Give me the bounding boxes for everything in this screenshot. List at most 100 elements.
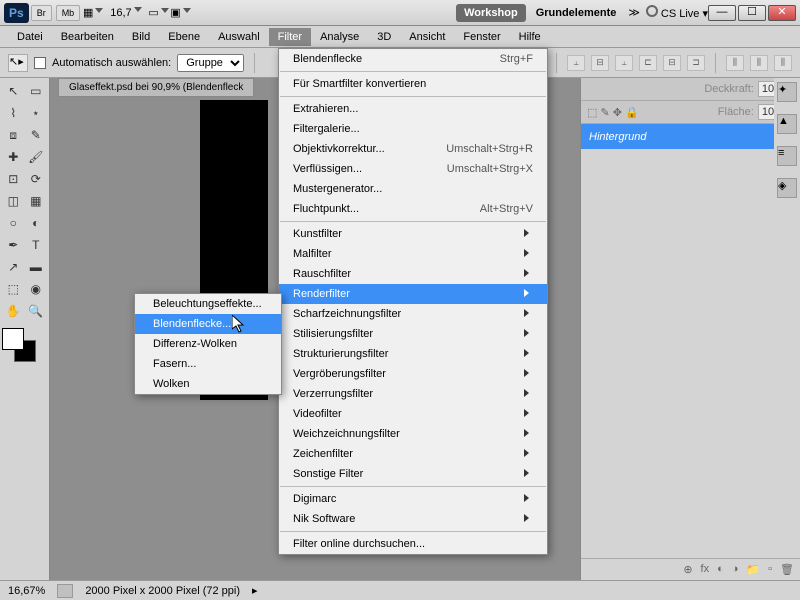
color-swatch[interactable] (2, 328, 38, 364)
filter-item[interactable]: Fluchtpunkt...Alt+Strg+V (279, 199, 547, 219)
close-button[interactable]: ✕ (768, 5, 796, 21)
filter-item[interactable]: Für Smartfilter konvertieren (279, 74, 547, 94)
brush-tool[interactable]: 🖌 (26, 147, 47, 167)
filter-item[interactable]: Verflüssigen...Umschalt+Strg+X (279, 159, 547, 179)
extras-icon[interactable]: ▦ (85, 5, 101, 21)
menu-datei[interactable]: Datei (8, 28, 52, 46)
filter-item[interactable]: Mustergenerator... (279, 179, 547, 199)
menu-3d[interactable]: 3D (368, 28, 400, 46)
heal-tool[interactable]: ✚ (3, 147, 24, 167)
wand-tool[interactable]: ⋆ (26, 103, 47, 123)
submenu-item[interactable]: Differenz-Wolken (135, 334, 281, 354)
menu-bild[interactable]: Bild (123, 28, 159, 46)
zoom-field[interactable]: 16,7 (110, 7, 141, 19)
layer-row[interactable]: Hintergrund 🔒 (581, 124, 800, 149)
filter-item[interactable]: Videofilter (279, 404, 547, 424)
filter-item[interactable]: Extrahieren... (279, 99, 547, 119)
filter-item[interactable]: Filter online durchsuchen... (279, 534, 547, 554)
menu-ebene[interactable]: Ebene (159, 28, 209, 46)
crop-tool[interactable]: ⧈ (3, 125, 24, 145)
dodge-tool[interactable]: ◐ (26, 213, 47, 233)
eyedropper-tool[interactable]: ✎ (26, 125, 47, 145)
zoom-tool[interactable]: 🔍 (26, 301, 47, 321)
fx-icon[interactable]: fx (701, 563, 710, 576)
submenu-item[interactable]: Fasern... (135, 354, 281, 374)
folder-icon[interactable]: 📁 (746, 563, 760, 576)
new-icon[interactable]: ▫ (768, 563, 772, 576)
maximize-button[interactable]: ☐ (738, 5, 766, 21)
eraser-tool[interactable]: ◫ (3, 191, 24, 211)
hand-tool[interactable]: ✋ (3, 301, 24, 321)
adjust-icon[interactable]: ◑ (732, 563, 739, 576)
move-tool[interactable]: ↖ (3, 81, 24, 101)
auto-select-checkbox[interactable] (34, 57, 46, 69)
filter-item[interactable]: Kunstfilter (279, 224, 547, 244)
stamp-tool[interactable]: ⊡ (3, 169, 24, 189)
minimize-button[interactable]: — (708, 5, 736, 21)
panel-icon[interactable]: ◈ (777, 178, 797, 198)
menu-bearbeiten[interactable]: Bearbeiten (52, 28, 123, 46)
cslive-button[interactable]: CS Live ▾ (646, 5, 708, 20)
filter-item[interactable]: Stilisierungsfilter (279, 324, 547, 344)
status-arrow[interactable]: ▸ (252, 584, 258, 597)
align-hcenter-icon[interactable]: ⊟ (663, 55, 681, 71)
align-top-icon[interactable]: ⫠ (567, 55, 585, 71)
workspace-workshop[interactable]: Workshop (456, 4, 526, 22)
distribute-icon[interactable]: ⫼ (750, 55, 768, 71)
history-tool[interactable]: ⟳ (26, 169, 47, 189)
submenu-item[interactable]: Blendenflecke... (135, 314, 281, 334)
minibridge-button[interactable]: Mb (56, 5, 81, 21)
workspace-more[interactable]: ≫ (628, 6, 640, 19)
distribute-icon[interactable]: ⫼ (774, 55, 792, 71)
menu-analyse[interactable]: Analyse (311, 28, 368, 46)
3d-tool[interactable]: ⬚ (3, 279, 24, 299)
camera-tool[interactable]: ◉ (26, 279, 47, 299)
menu-ansicht[interactable]: Ansicht (400, 28, 454, 46)
filter-item[interactable]: Renderfilter (279, 284, 547, 304)
filter-item[interactable]: Nik Software (279, 509, 547, 529)
pen-tool[interactable]: ✒ (3, 235, 24, 255)
filter-item[interactable]: BlendenfleckeStrg+F (279, 49, 547, 69)
align-bottom-icon[interactable]: ⫠ (615, 55, 633, 71)
filter-item[interactable]: Rauschfilter (279, 264, 547, 284)
document-tab[interactable]: Glaseffekt.psd bei 90,9% (Blendenfleck (58, 78, 254, 97)
bridge-button[interactable]: Br (31, 5, 52, 21)
filter-item[interactable]: Scharfzeichnungsfilter (279, 304, 547, 324)
filter-item[interactable]: Sonstige Filter (279, 464, 547, 484)
type-tool[interactable]: T (26, 235, 47, 255)
move-tool-indicator[interactable]: ↖▸ (8, 54, 28, 72)
filter-item[interactable]: Zeichenfilter (279, 444, 547, 464)
lasso-tool[interactable]: ⌇ (3, 103, 24, 123)
distribute-icon[interactable]: ⫼ (726, 55, 744, 71)
status-zoom[interactable]: 16,67% (8, 585, 45, 597)
align-vcenter-icon[interactable]: ⊟ (591, 55, 609, 71)
panel-icon[interactable]: ✦ (777, 82, 797, 102)
path-tool[interactable]: ↗ (3, 257, 24, 277)
mask-icon[interactable]: ◐ (717, 563, 724, 576)
shape-tool[interactable]: ▬ (26, 257, 47, 277)
submenu-item[interactable]: Beleuchtungseffekte... (135, 294, 281, 314)
align-right-icon[interactable]: ⊐ (687, 55, 705, 71)
panel-icon[interactable]: ≡ (777, 146, 797, 166)
screenmode-icon[interactable]: ▣ (173, 5, 189, 21)
menu-auswahl[interactable]: Auswahl (209, 28, 269, 46)
viewmode-icon[interactable]: ▭ (151, 5, 167, 21)
filter-item[interactable]: Filtergalerie... (279, 119, 547, 139)
blur-tool[interactable]: ○ (3, 213, 24, 233)
lock-icons[interactable]: ⬚ ✎ ✥ 🔒 (587, 106, 639, 119)
filter-item[interactable]: Vergröberungsfilter (279, 364, 547, 384)
workspace-grundelemente[interactable]: Grundelemente (536, 7, 617, 19)
status-icon[interactable] (57, 584, 73, 598)
filter-item[interactable]: Strukturierungsfilter (279, 344, 547, 364)
trash-icon[interactable]: 🗑 (780, 563, 794, 576)
menu-fenster[interactable]: Fenster (454, 28, 509, 46)
link-icon[interactable]: ⊕ (683, 563, 692, 576)
submenu-item[interactable]: Wolken (135, 374, 281, 394)
menu-hilfe[interactable]: Hilfe (510, 28, 550, 46)
menu-filter[interactable]: Filter (269, 28, 311, 46)
filter-item[interactable]: Digimarc (279, 489, 547, 509)
filter-item[interactable]: Verzerrungsfilter (279, 384, 547, 404)
marquee-tool[interactable]: ▭ (26, 81, 47, 101)
filter-item[interactable]: Malfilter (279, 244, 547, 264)
auto-select-dropdown[interactable]: Gruppe (177, 54, 244, 72)
